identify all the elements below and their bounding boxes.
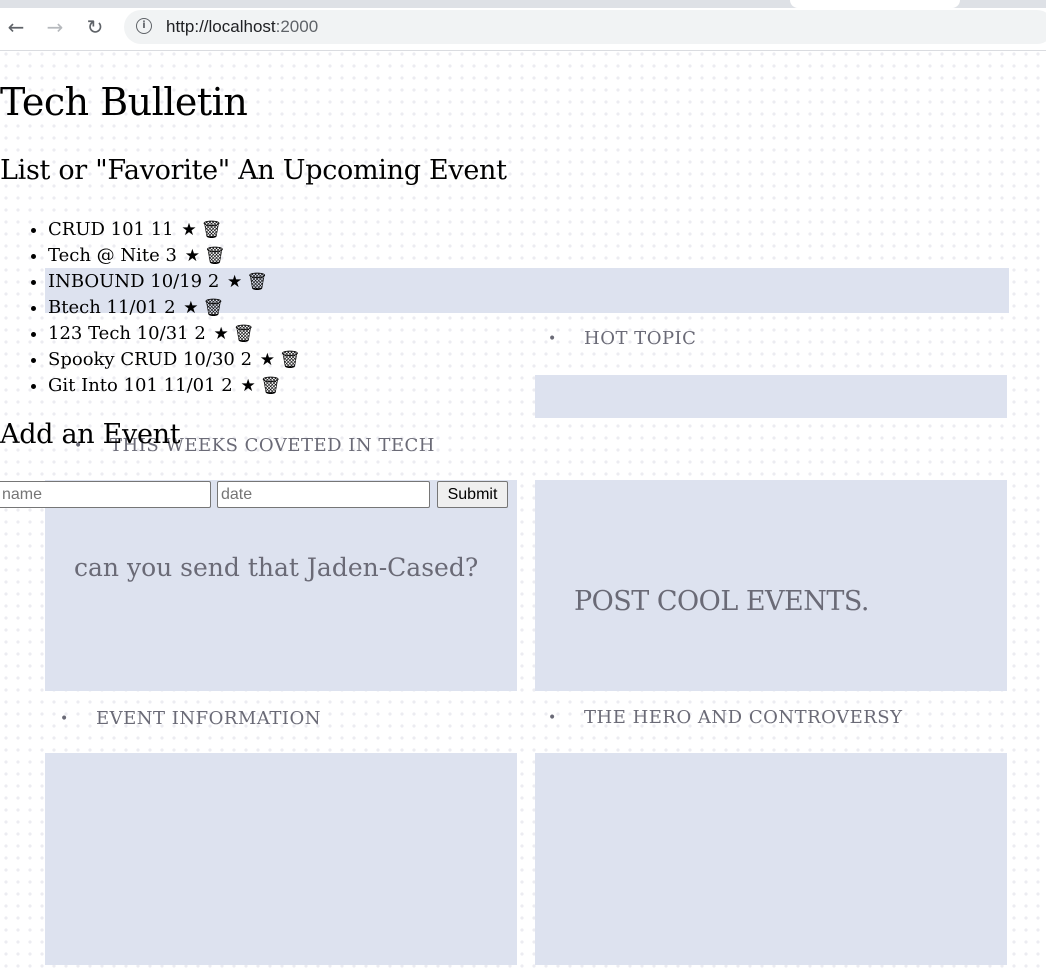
- url-port: :2000: [275, 17, 319, 36]
- add-event-heading: Add an Event: [0, 419, 181, 450]
- hero-panel: [535, 753, 1007, 965]
- back-icon[interactable]: ←: [3, 14, 29, 40]
- event-list: CRUD 101 11 ★🗑 Tech @ Nite 3 ★🗑 INBOUND …: [20, 217, 301, 399]
- event-info-heading: • EVENT INFORMATION: [60, 708, 321, 729]
- info-icon[interactable]: i: [136, 18, 152, 34]
- url-host: http://localhost: [166, 17, 276, 36]
- star-icon[interactable]: ★: [260, 348, 275, 373]
- bullet-icon: •: [548, 331, 557, 347]
- star-icon[interactable]: ★: [240, 374, 255, 399]
- list-item: Btech 11/01 2 ★🗑: [48, 295, 301, 321]
- hot-topic-panel: [535, 375, 1007, 418]
- star-icon[interactable]: ★: [185, 244, 200, 269]
- bullet-icon: •: [60, 711, 69, 727]
- post-cool-events-text: POST COOL EVENTS.: [574, 586, 870, 617]
- trash-icon[interactable]: 🗑: [201, 218, 223, 243]
- event-label: INBOUND 10/19 2: [48, 271, 220, 292]
- list-item: Spooky CRUD 10/30 2 ★🗑: [48, 347, 301, 373]
- submit-button[interactable]: Submit: [437, 481, 508, 508]
- url-text[interactable]: http://localhost:2000: [166, 17, 318, 37]
- reload-icon[interactable]: ↻: [82, 14, 108, 40]
- list-heading: List or "Favorite" An Upcoming Event: [0, 155, 507, 186]
- browser-toolbar: ← → ↻ i http://localhost:2000: [0, 0, 1046, 51]
- date-input[interactable]: [217, 481, 430, 508]
- address-bar[interactable]: i http://localhost:2000: [124, 10, 1046, 44]
- event-label: Spooky CRUD 10/30 2: [48, 349, 253, 370]
- star-icon[interactable]: ★: [227, 270, 242, 295]
- trash-icon[interactable]: 🗑: [204, 244, 226, 269]
- forward-icon[interactable]: →: [42, 14, 68, 40]
- star-icon[interactable]: ★: [181, 218, 196, 243]
- hero-text: THE HERO AND CONTROVERSY: [584, 707, 903, 728]
- hot-topic-heading: • HOT TOPIC: [548, 328, 696, 349]
- event-label: Git Into 101 11/01 2: [48, 375, 233, 396]
- page-title: Tech Bulletin: [0, 80, 248, 124]
- trash-icon[interactable]: 🗑: [203, 296, 225, 321]
- star-icon[interactable]: ★: [214, 322, 229, 347]
- list-item: 123 Tech 10/31 2 ★🗑: [48, 321, 301, 347]
- list-item: Tech @ Nite 3 ★🗑: [48, 243, 301, 269]
- trash-icon[interactable]: 🗑: [279, 348, 301, 373]
- list-item: CRUD 101 11 ★🗑: [48, 217, 301, 243]
- list-item: Git Into 101 11/01 2 ★🗑: [48, 373, 301, 399]
- tab-strip: [0, 0, 1046, 8]
- name-input[interactable]: [0, 481, 211, 508]
- jaden-cased-text: can you send that Jaden-Cased?: [74, 553, 479, 582]
- trash-icon[interactable]: 🗑: [246, 270, 268, 295]
- event-info-panel: [45, 753, 517, 965]
- coveted-panel: [45, 480, 517, 691]
- event-label: Btech 11/01 2: [48, 297, 176, 318]
- list-item: INBOUND 10/19 2 ★🗑: [48, 269, 301, 295]
- bullet-icon: •: [548, 710, 557, 726]
- event-info-text: EVENT INFORMATION: [96, 708, 321, 729]
- event-label: 123 Tech 10/31 2: [48, 323, 206, 344]
- active-tab[interactable]: [790, 0, 960, 8]
- star-icon[interactable]: ★: [183, 296, 198, 321]
- hero-heading: • THE HERO AND CONTROVERSY: [548, 707, 903, 728]
- trash-icon[interactable]: 🗑: [233, 322, 255, 347]
- hot-topic-text: HOT TOPIC: [584, 328, 697, 349]
- event-label: Tech @ Nite 3: [48, 245, 177, 266]
- trash-icon[interactable]: 🗑: [260, 374, 282, 399]
- event-label: CRUD 101 11: [48, 219, 174, 240]
